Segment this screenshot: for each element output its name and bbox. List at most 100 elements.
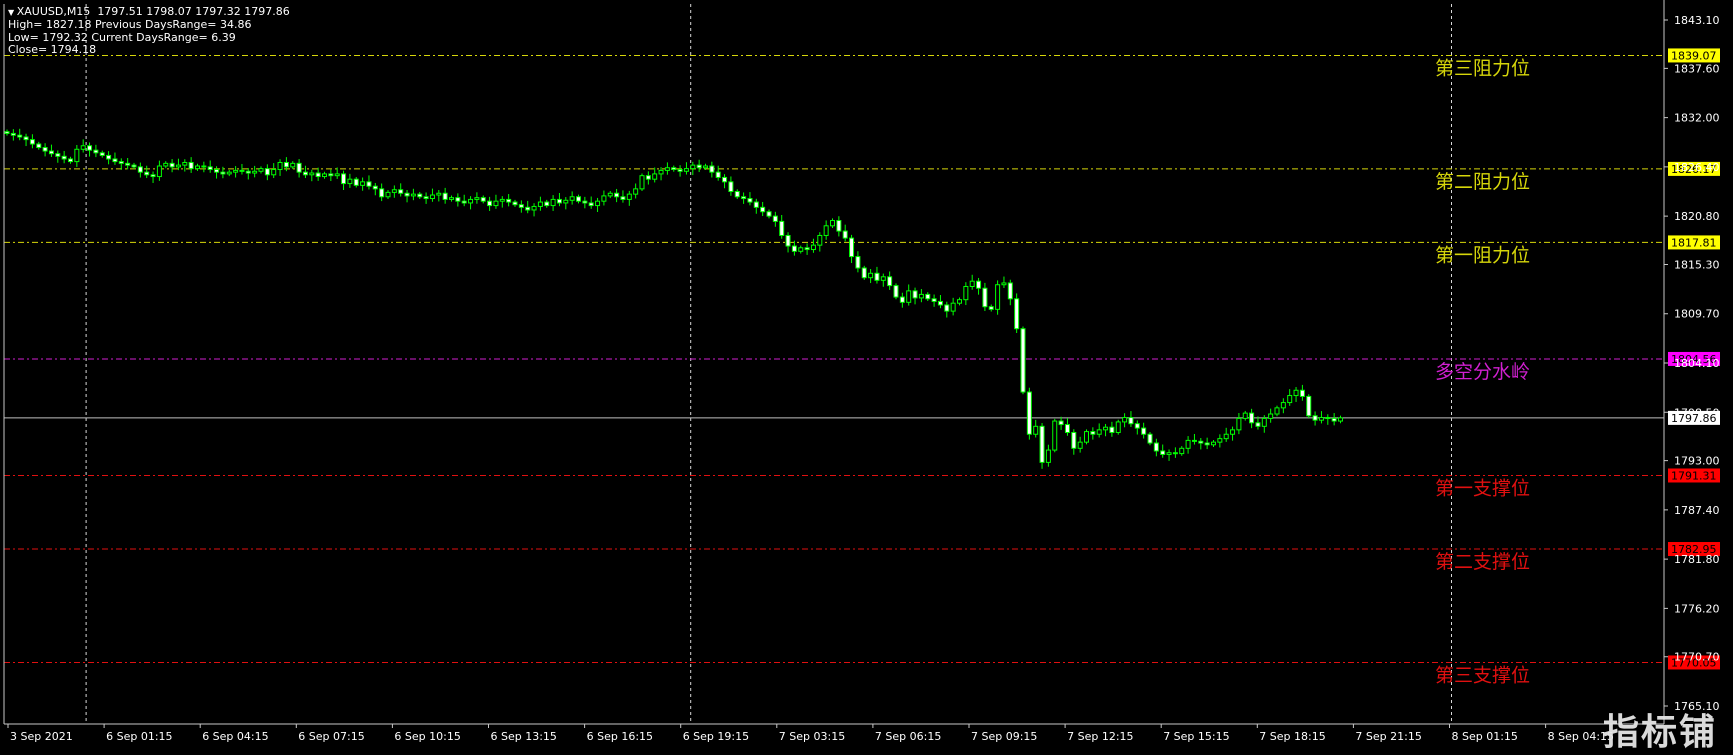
candle-body-bull	[1236, 417, 1242, 431]
chart-info-panel: XAUUSD,M15 1797.51 1798.07 1797.32 1797.…	[8, 5, 290, 57]
candle-body-bull	[703, 165, 708, 169]
candle-body-bear	[487, 200, 493, 207]
candle-body-bear	[512, 201, 518, 206]
y-tick-label: 1826.40	[1674, 161, 1720, 174]
candle-body-bear	[988, 306, 994, 310]
x-tick-label: 6 Sep 19:15	[683, 730, 749, 743]
candle-body-bull	[175, 164, 181, 168]
candle-body-bear	[518, 204, 524, 208]
candle-body-bull	[607, 192, 613, 197]
candle-body-bear	[874, 272, 880, 281]
candle-body-bull	[823, 225, 829, 236]
candle-body-bear	[1147, 433, 1153, 444]
candle-body-bull	[436, 192, 442, 196]
x-tick-label: 7 Sep 15:15	[1163, 730, 1229, 743]
candle-body-bear	[1064, 424, 1070, 433]
candle-body-bull	[658, 169, 664, 175]
candle-body-bear	[1299, 389, 1305, 397]
candle-body-bear	[861, 267, 867, 279]
candle-body-bear	[734, 191, 740, 198]
candle-body-bull	[1268, 413, 1274, 419]
candle-body-bull	[1115, 421, 1121, 433]
candle-body-bull	[1122, 417, 1128, 423]
candle-body-bear	[982, 287, 988, 308]
y-tick-label: 1832.00	[1674, 112, 1720, 125]
candle-body-bull	[74, 148, 80, 163]
candle-body-bear	[1007, 282, 1013, 300]
candle-body-bear	[106, 154, 112, 160]
candle-body-bull	[550, 198, 556, 207]
candle-body-bear	[417, 193, 423, 198]
candle-body-bear	[614, 192, 620, 198]
x-tick-label: 7 Sep 12:15	[1067, 730, 1133, 743]
candle-body-bull	[683, 168, 689, 172]
candle-body-bear	[220, 171, 226, 175]
candle-body-bear	[379, 188, 385, 198]
candle-body-bull	[226, 171, 232, 175]
candle-body-bull	[626, 193, 632, 200]
candle-body-bear	[760, 206, 766, 213]
candle-body-bull	[1033, 425, 1039, 435]
candle-body-bear	[849, 237, 855, 258]
candle-body-bear	[99, 152, 105, 156]
candle-body-bull	[195, 165, 200, 170]
candle-body-bear	[728, 181, 734, 192]
candle-body-bull	[252, 170, 258, 174]
candle-body-bear	[404, 192, 410, 197]
prev-days-range: Previous DaysRange= 34.86	[94, 18, 252, 32]
candle-body-bull	[1096, 429, 1102, 435]
candle-body-bear	[741, 196, 747, 200]
candle-body-bull	[563, 199, 569, 204]
candle-body-bull	[1230, 429, 1236, 435]
y-tick-label: 1787.40	[1674, 504, 1720, 517]
candle-body-bear	[1109, 426, 1115, 433]
level-label: 第三支撑位	[1435, 664, 1530, 686]
candle-body-bear	[150, 174, 156, 178]
candle-body-bear	[207, 166, 213, 171]
level-label: 第二支撑位	[1435, 551, 1530, 573]
x-tick-label: 6 Sep 10:15	[394, 730, 460, 743]
candle-body-bear	[1020, 328, 1026, 393]
candle-body-bear	[461, 200, 467, 204]
candle-body-bear	[112, 158, 118, 163]
candle-body-bear	[709, 165, 715, 173]
candle-body-bull	[429, 194, 435, 200]
x-tick-label: 7 Sep 03:15	[779, 730, 845, 743]
price-chart[interactable]: 第三阻力位第二阻力位第一阻力位多空分水岭第一支撑位第二支撑位第三支撑位 1839…	[0, 0, 1733, 752]
candle-body-bull	[537, 201, 543, 207]
candle-body-bear	[1191, 439, 1197, 442]
candle-body-bull	[322, 173, 327, 178]
candle-body-bull	[1001, 282, 1007, 286]
candle-body-bear	[912, 290, 918, 299]
candle-body-bear	[296, 162, 302, 173]
candle-body-bull	[1242, 412, 1248, 419]
candle-body-bull	[499, 198, 505, 202]
candle-body-bear	[239, 169, 245, 172]
candle-body-bull	[1185, 439, 1191, 449]
candle-body-bear	[118, 161, 124, 164]
candle-body-bear	[366, 181, 372, 187]
candle-body-bear	[931, 298, 937, 302]
watermark-logo: 指标铺	[1603, 712, 1718, 753]
candle-body-bear	[1306, 395, 1312, 417]
candle-body-bear	[791, 245, 797, 252]
candle-body-bull	[391, 189, 397, 193]
candle-body-bear	[753, 201, 759, 208]
candle-body-bull	[1338, 417, 1343, 422]
low-value: Low= 1792.32	[8, 30, 88, 44]
candle-body-bear	[144, 171, 150, 176]
symbol-label: XAUUSD,M15	[8, 5, 90, 18]
candle-body-bear	[353, 178, 359, 186]
candle-body-bear	[836, 220, 842, 232]
candle-body-bull	[995, 284, 1001, 310]
candle-body-bear	[93, 149, 99, 154]
candle-body-bear	[48, 150, 54, 155]
candle-body-bear	[899, 296, 905, 303]
candle-body-bear	[1134, 423, 1140, 429]
candle-body-bull	[918, 293, 924, 299]
candle-body-bull	[182, 161, 188, 166]
candle-body-bear	[131, 164, 137, 168]
level-price-tag-label: 1791.31	[1671, 469, 1717, 482]
candle-body-bear	[29, 139, 35, 145]
candle-body-bull	[1261, 417, 1267, 427]
